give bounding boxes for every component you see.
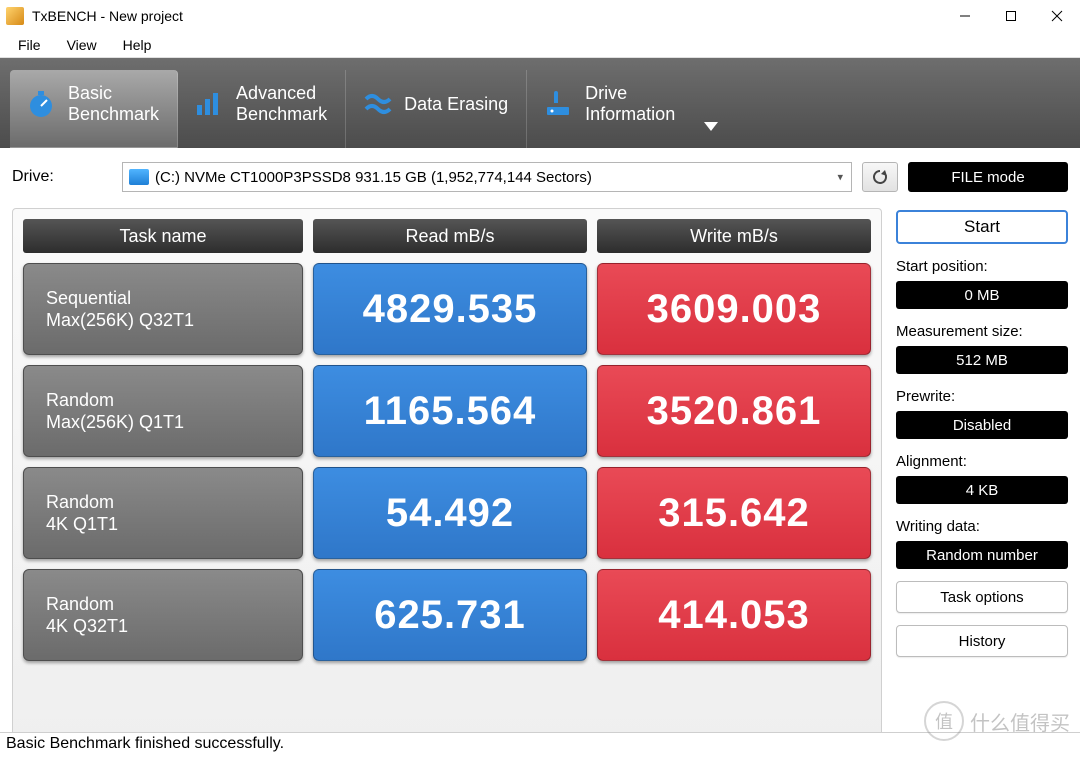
menubar: File View Help [0,32,1080,58]
menu-help[interactable]: Help [111,34,164,56]
task-line1: Sequential [46,287,302,310]
tab-drive-line1: Drive [585,83,675,104]
tab-advanced-benchmark[interactable]: Advanced Benchmark [178,70,346,148]
read-value: 625.731 [313,569,587,661]
toolbar-overflow-button[interactable] [693,70,729,148]
toolbar: Basic Benchmark Advanced Benchmark Data … [0,58,1080,148]
task-name-cell[interactable]: Random 4K Q32T1 [23,569,303,661]
drive-combobox[interactable]: (C:) NVMe CT1000P3PSSD8 931.15 GB (1,952… [122,162,852,192]
result-row: Random 4K Q32T1 625.731 414.053 [23,569,871,661]
tab-basic-line1: Basic [68,83,159,104]
write-value: 414.053 [597,569,871,661]
drive-combobox-text: (C:) NVMe CT1000P3PSSD8 931.15 GB (1,952… [155,169,592,186]
measurement-size-value[interactable]: 512 MB [896,346,1068,374]
measurement-size-label: Measurement size: [896,323,1068,340]
tab-data-erasing[interactable]: Data Erasing [346,70,527,148]
header-task: Task name [23,219,303,253]
status-bar: Basic Benchmark finished successfully. [0,732,1080,758]
header-read: Read mB/s [313,219,587,253]
result-row: Random Max(256K) Q1T1 1165.564 3520.861 [23,365,871,457]
start-position-value[interactable]: 0 MB [896,281,1068,309]
tab-adv-line2: Benchmark [236,104,327,125]
prewrite-label: Prewrite: [896,388,1068,405]
writing-data-label: Writing data: [896,518,1068,535]
tab-basic-line2: Benchmark [68,104,159,125]
drive-label: Drive: [12,168,112,186]
reload-icon [871,168,889,186]
start-position-label: Start position: [896,258,1068,275]
window-minimize-button[interactable] [942,0,988,32]
task-line1: Random [46,389,302,412]
task-name-cell[interactable]: Random Max(256K) Q1T1 [23,365,303,457]
drive-info-icon [541,87,575,121]
menu-file[interactable]: File [6,34,53,56]
task-line2: Max(256K) Q1T1 [46,411,302,434]
erase-icon [360,87,394,121]
task-name-cell[interactable]: Sequential Max(256K) Q32T1 [23,263,303,355]
disk-icon [129,169,149,185]
task-line1: Random [46,593,302,616]
window-close-button[interactable] [1034,0,1080,32]
alignment-value[interactable]: 4 KB [896,476,1068,504]
result-row: Random 4K Q1T1 54.492 315.642 [23,467,871,559]
app-icon [6,7,24,25]
result-row: Sequential Max(256K) Q32T1 4829.535 3609… [23,263,871,355]
task-line2: Max(256K) Q32T1 [46,309,302,332]
window-title: TxBENCH - New project [32,8,183,24]
file-mode-button[interactable]: FILE mode [908,162,1068,192]
reload-drives-button[interactable] [862,162,898,192]
tab-basic-benchmark[interactable]: Basic Benchmark [10,70,178,148]
alignment-label: Alignment: [896,453,1068,470]
read-value: 1165.564 [313,365,587,457]
task-options-button[interactable]: Task options [896,581,1068,613]
stopwatch-icon [24,87,58,121]
write-value: 3609.003 [597,263,871,355]
window-maximize-button[interactable] [988,0,1034,32]
history-button[interactable]: History [896,625,1068,657]
task-line2: 4K Q1T1 [46,513,302,536]
task-line2: 4K Q32T1 [46,615,302,638]
side-panel: Start Start position: 0 MB Measurement s… [896,208,1068,742]
tab-adv-line1: Advanced [236,83,327,104]
write-value: 3520.861 [597,365,871,457]
start-button[interactable]: Start [896,210,1068,244]
tab-drive-line2: Information [585,104,675,125]
tab-drive-information[interactable]: Drive Information [527,70,693,148]
header-write: Write mB/s [597,219,871,253]
prewrite-value[interactable]: Disabled [896,411,1068,439]
benchmark-results-panel: Task name Read mB/s Write mB/s Sequentia… [12,208,882,742]
read-value: 4829.535 [313,263,587,355]
read-value: 54.492 [313,467,587,559]
bar-chart-icon [192,87,226,121]
task-line1: Random [46,491,302,514]
menu-view[interactable]: View [55,34,109,56]
task-name-cell[interactable]: Random 4K Q1T1 [23,467,303,559]
drive-selector-row: Drive: (C:) NVMe CT1000P3PSSD8 931.15 GB… [0,148,1080,202]
results-header-row: Task name Read mB/s Write mB/s [23,219,871,253]
write-value: 315.642 [597,467,871,559]
tab-erase-line1: Data Erasing [404,94,508,115]
chevron-down-icon: ▾ [837,171,843,184]
window-titlebar: TxBENCH - New project [0,0,1080,32]
writing-data-value[interactable]: Random number [896,541,1068,569]
